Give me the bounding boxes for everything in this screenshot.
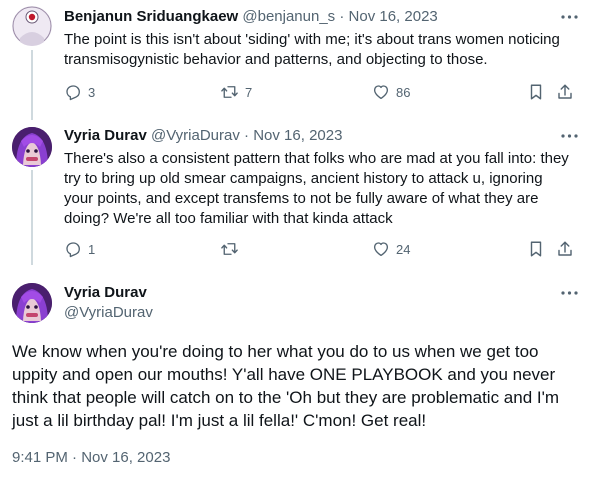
display-name[interactable]: Vyria Durav	[64, 283, 147, 303]
tweet-text: We know when you're doing to her what yo…	[12, 342, 560, 430]
main-tweet: Vyria Durav @VyriaDurav We know when you…	[0, 0, 591, 482]
handle[interactable]: @VyriaDurav	[64, 303, 153, 323]
more-dots-icon[interactable]	[559, 283, 579, 303]
avatar[interactable]	[12, 283, 52, 323]
tweet-timestamp[interactable]: 9:41 PM · Nov 16, 2023	[12, 448, 170, 468]
